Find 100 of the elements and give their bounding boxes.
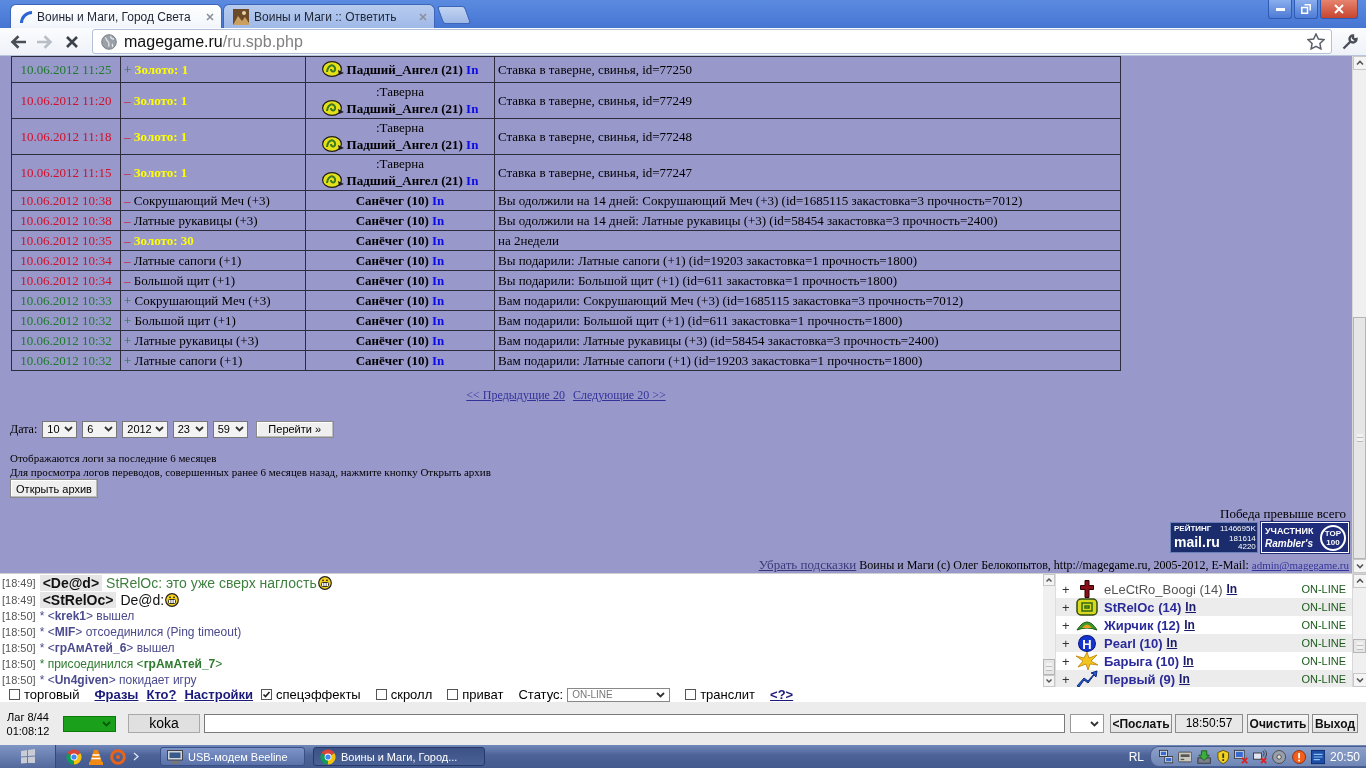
network-icon[interactable] (1159, 748, 1174, 765)
user-name[interactable]: Первый (9) (1104, 671, 1176, 687)
info-link[interactable]: In (1226, 582, 1238, 596)
info-link[interactable]: In (432, 352, 445, 368)
close-window-button[interactable] (1320, 0, 1358, 19)
settings-link[interactable]: Фразы (94, 687, 139, 702)
connection-select[interactable] (63, 715, 116, 732)
user-name[interactable]: Жирчик (12) (1104, 617, 1181, 633)
download-arrow-icon[interactable] (1197, 748, 1212, 765)
info-link[interactable]: In (432, 272, 445, 288)
scrollbar[interactable] (1352, 56, 1366, 573)
info-link[interactable]: In (1185, 600, 1196, 614)
taskbar-button[interactable]: Воины и Маги, Город... (313, 747, 485, 766)
dropdown[interactable]: 6 (82, 420, 118, 438)
nick-label[interactable]: <De@d> (39, 574, 103, 591)
info-link[interactable]: In (466, 137, 479, 152)
dropdown[interactable]: 23 (172, 420, 208, 438)
expand-toggle[interactable]: + (1062, 581, 1074, 597)
new-tab-button[interactable] (436, 6, 472, 24)
dropdown[interactable]: 2012 (122, 420, 168, 438)
settings-link[interactable]: Настройки (184, 687, 254, 702)
user-name[interactable]: Барыга (10) (1104, 653, 1179, 669)
info-link[interactable]: In (1183, 654, 1194, 668)
close-icon[interactable] (206, 12, 214, 21)
nick-button[interactable]: koka (128, 714, 200, 733)
recipient-select[interactable] (1070, 714, 1104, 733)
settings-link[interactable]: Кто? (146, 687, 177, 702)
expand-toggle[interactable]: + (1062, 653, 1074, 669)
restore-button[interactable] (1294, 0, 1318, 19)
dropdown[interactable]: 10 (42, 420, 78, 438)
scroll-down-icon[interactable] (1353, 559, 1366, 573)
tile-icon[interactable] (1310, 748, 1325, 765)
expand-toggle[interactable]: + (1062, 635, 1074, 651)
scroll-up-icon[interactable] (1353, 574, 1366, 588)
minimize-button[interactable] (1268, 0, 1292, 19)
scrollbar-thumb[interactable] (1353, 317, 1366, 559)
hide-hints-link[interactable]: Убрать подсказки (758, 557, 857, 572)
message-input[interactable] (204, 714, 1065, 733)
scroll-up-icon[interactable] (1043, 574, 1055, 586)
info-link[interactable]: In (432, 192, 445, 208)
status-select[interactable]: ON-LINE (567, 687, 671, 702)
shield-icon[interactable] (1216, 748, 1229, 765)
info-link[interactable]: In (432, 332, 445, 348)
checkbox[interactable] (375, 689, 387, 700)
pager-link[interactable]: Следующие 20 >> (572, 388, 666, 402)
info-link[interactable]: In (432, 292, 445, 308)
user-name[interactable]: Pearl (10) (1104, 635, 1163, 651)
top-counter[interactable]: УЧАСТНИК Rambler's TOP 100 (1261, 522, 1349, 553)
pager-link[interactable]: << Предыдущие 20 (466, 388, 565, 402)
rating-counter[interactable]: РЕЙТИНГ 1146695K mail.ru 181614 4220 (1170, 522, 1258, 553)
bookmark-star-icon[interactable] (1307, 33, 1325, 50)
browser-tab[interactable]: Воины и Маги :: Ответить (223, 4, 435, 28)
user-name[interactable]: StRelOc (14) (1104, 599, 1182, 615)
traffic-cone-icon[interactable] (89, 748, 103, 765)
info-link[interactable]: In (466, 173, 479, 188)
scrollbar[interactable] (1043, 574, 1055, 687)
alert-icon[interactable] (1291, 748, 1306, 765)
info-link[interactable]: In (432, 212, 445, 228)
expand-toggle[interactable]: + (1062, 617, 1074, 633)
address-bar[interactable]: magegame.ru/ru.spb.php (92, 29, 1332, 54)
exit-button[interactable]: Выход (1312, 714, 1358, 733)
info-link[interactable]: In (466, 61, 479, 77)
info-link[interactable]: In (1179, 672, 1190, 686)
checkbox[interactable] (9, 689, 20, 700)
disconnected-network-icon[interactable] (1234, 748, 1249, 765)
info-link[interactable]: In (466, 101, 479, 116)
checkbox[interactable] (261, 689, 273, 700)
checkbox[interactable] (447, 689, 459, 700)
clear-button[interactable]: Очистить (1247, 714, 1309, 733)
checkbox[interactable] (685, 689, 697, 700)
user-name[interactable]: eLeCtRo_Boogi (14) (1104, 581, 1223, 597)
chevron-icon[interactable] (133, 752, 139, 761)
nick-label[interactable]: <StRelOc> (39, 591, 117, 608)
scrollbar-thumb[interactable] (1353, 639, 1366, 653)
info-link[interactable]: In (1166, 636, 1178, 650)
info-link[interactable]: In (432, 252, 445, 268)
info-link[interactable]: In (432, 232, 445, 248)
email-link[interactable]: admin@magegame.ru (1251, 559, 1349, 571)
info-link[interactable]: In (1184, 618, 1195, 632)
taskbar-button[interactable]: USB-модем Beeline (160, 747, 305, 766)
send-button[interactable]: <Послать (1110, 714, 1172, 733)
scroll-up-icon[interactable] (1353, 56, 1366, 70)
settings-link[interactable]: <?> (770, 687, 794, 702)
user-row[interactable]: + H Pearl (10) In ON-LINE (1056, 634, 1352, 652)
user-row[interactable]: + Первый (9) In ON-LINE (1056, 670, 1352, 687)
language-indicator[interactable]: RL (1128, 749, 1144, 764)
open-archive-button[interactable]: Открыть архив (10, 479, 98, 498)
expand-toggle[interactable]: + (1062, 599, 1074, 615)
start-button[interactable] (0, 745, 56, 768)
user-row[interactable]: + StRelOc (14) In ON-LINE (1056, 598, 1352, 616)
disconnected-wireless-icon[interactable] (1253, 748, 1268, 765)
go-button[interactable]: Перейти » (255, 420, 334, 438)
browser-tab[interactable]: Воины и Маги, Город Света (10, 4, 222, 28)
scroll-down-icon[interactable] (1353, 673, 1366, 687)
scroll-down-icon[interactable] (1043, 675, 1055, 687)
scrollbar[interactable] (1352, 574, 1366, 687)
browser-icon[interactable] (66, 748, 82, 765)
device-icon[interactable] (1178, 750, 1193, 763)
scrollbar-thumb[interactable] (1043, 659, 1055, 675)
dropdown[interactable]: 59 (212, 420, 248, 438)
